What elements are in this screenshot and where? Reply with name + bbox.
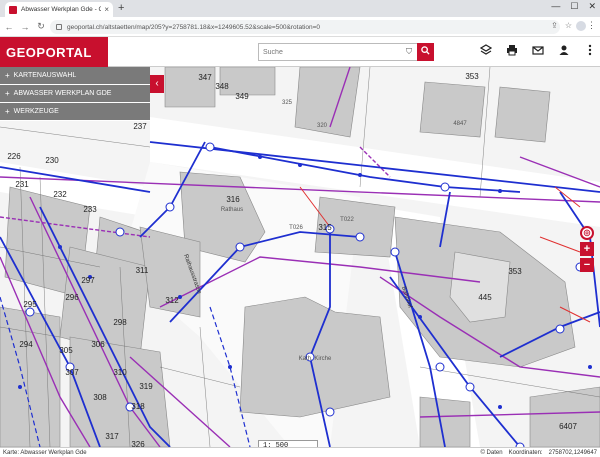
building-label: Kath. Kirche (299, 356, 332, 362)
parcel-label: 348 (215, 82, 229, 91)
mail-icon[interactable] (532, 44, 544, 56)
close-window-icon[interactable]: ✕ (588, 1, 596, 12)
parcel-label: 325 (282, 100, 293, 106)
parcel-label: 315 (318, 223, 332, 232)
expand-plus-icon: + (5, 107, 10, 116)
parcel-label: 316 (226, 195, 240, 204)
parcel-label: 310 (113, 368, 127, 377)
coordinates-value: 2758702,1249647 (548, 449, 597, 456)
app-header: GEOPORTAL ⛉ (0, 37, 600, 67)
layers-icon[interactable] (480, 44, 492, 56)
parcel-label: 6407 (559, 422, 577, 431)
parcel-label: 295 (23, 300, 37, 309)
map-canvas[interactable]: 347 348 349 353 237 230 226 231 232 233 … (0, 67, 600, 447)
parcel-label: 349 (235, 92, 249, 101)
geoportal-favicon-icon (9, 5, 17, 14)
zoom-out-button[interactable]: − (580, 258, 594, 272)
building-label: T022 (340, 217, 354, 223)
print-icon[interactable] (506, 44, 518, 56)
parcel-label: 297 (81, 276, 95, 285)
parcel-label: 312 (165, 296, 179, 305)
parcel-label: 318 (131, 402, 145, 411)
parcel-label: 294 (19, 340, 33, 349)
status-right: © Daten Koordinaten: 2758702,1249647 (480, 450, 597, 456)
url-actions: ⇪ ☆ (551, 21, 572, 30)
header-actions (480, 44, 596, 56)
collapse-panel-button[interactable]: ‹ (150, 75, 164, 93)
url-text[interactable]: geoportal.ch/altstaetten/map/205?y=27587… (67, 24, 320, 31)
expand-plus-icon: + (5, 71, 10, 80)
window-controls: — ☐ ✕ (551, 1, 596, 12)
minimize-icon[interactable]: — (551, 1, 560, 12)
map-svg: 347 348 349 353 237 230 226 231 232 233 … (0, 67, 600, 447)
parcel-label: 296 (65, 293, 79, 302)
parcel-label: 230 (45, 156, 59, 165)
parcel-label: 233 (83, 205, 97, 214)
parcel-label: 232 (53, 190, 67, 199)
panel-item-label: ABWASSER WERKPLAN GDE (13, 90, 112, 97)
forward-icon[interactable]: → (18, 22, 32, 32)
coordinates-label: Koordinaten: (508, 449, 543, 456)
parcel-label: 307 (65, 368, 79, 377)
parcel-label: 237 (133, 122, 147, 131)
browser-menu-icon[interactable]: ⋮ (587, 20, 596, 31)
panel-item-label: WERKZEUGE (13, 108, 59, 115)
parcel-label: 353 (508, 267, 522, 276)
building-label: Rathaus (221, 207, 243, 213)
parcel-label: 320 (317, 123, 328, 129)
parcel-label: 326 (131, 440, 145, 447)
tab-title: Abwasser Werkplan Gde - Geop… (21, 6, 102, 13)
user-icon[interactable] (558, 44, 570, 56)
parcel-label: 231 (15, 180, 29, 189)
building-label: T026 (289, 225, 303, 231)
close-tab-icon[interactable]: × (104, 5, 109, 14)
filter-icon[interactable]: ⛉ (401, 47, 417, 57)
panel-item-werkzeuge[interactable]: + WERKZEUGE (0, 103, 150, 121)
search-button[interactable] (417, 43, 434, 61)
status-map-name: Karte: Abwasser Werkplan Gde (3, 449, 87, 456)
zoom-controls: ◎ + − (580, 226, 594, 272)
lock-icon (56, 24, 62, 30)
data-copyright-link[interactable]: © Daten (480, 450, 502, 456)
parcel-label: 445 (478, 293, 492, 302)
parcel-label: 319 (139, 382, 153, 391)
panel-item-kartenauswahl[interactable]: + KARTENAUSWAHL (0, 67, 150, 85)
bookmark-star-icon[interactable]: ☆ (565, 21, 572, 30)
browser-tabbar: Abwasser Werkplan Gde - Geop… × + — ☐ ✕ (0, 0, 600, 17)
expand-plus-icon: + (5, 89, 10, 98)
share-icon[interactable]: ⇪ (551, 21, 558, 30)
back-icon[interactable]: ← (2, 22, 16, 32)
parcel-label: 347 (198, 73, 212, 82)
zoom-in-button[interactable]: + (580, 242, 594, 256)
parcel-label: 353 (465, 72, 479, 81)
status-bar: Karte: Abwasser Werkplan Gde © Daten Koo… (0, 447, 600, 457)
profile-avatar[interactable] (576, 21, 586, 31)
geoportal-logo[interactable]: GEOPORTAL (0, 37, 108, 67)
parcel-label: 298 (113, 318, 127, 327)
url-bar[interactable]: geoportal.ch/altstaetten/map/205?y=27587… (50, 20, 560, 34)
parcel-label: 308 (93, 393, 107, 402)
panel-item-label: KARTENAUSWAHL (13, 72, 77, 79)
parcel-label: 306 (91, 340, 105, 349)
parcel-label: 317 (105, 432, 119, 441)
browser-tab[interactable]: Abwasser Werkplan Gde - Geop… × (5, 2, 113, 17)
parcel-label: 305 (59, 346, 73, 355)
parcel-label: 4847 (453, 121, 467, 127)
more-menu-icon[interactable] (584, 44, 596, 56)
search-box: ⛉ (258, 43, 434, 61)
parcel-label: 226 (7, 152, 21, 161)
maximize-icon[interactable]: ☐ (570, 1, 578, 12)
locate-me-button[interactable]: ◎ (580, 226, 594, 240)
layer-panel: + KARTENAUSWAHL + ABWASSER WERKPLAN GDE … (0, 67, 150, 121)
search-input[interactable] (259, 44, 401, 60)
new-tab-button[interactable]: + (118, 2, 124, 15)
parcel-label: 311 (136, 266, 149, 275)
panel-item-abwasser[interactable]: + ABWASSER WERKPLAN GDE (0, 85, 150, 103)
reload-icon[interactable]: ↻ (34, 21, 48, 32)
search-icon (421, 46, 430, 55)
browser-addressbar: ← → ↻ geoportal.ch/altstaetten/map/205?y… (0, 17, 600, 37)
